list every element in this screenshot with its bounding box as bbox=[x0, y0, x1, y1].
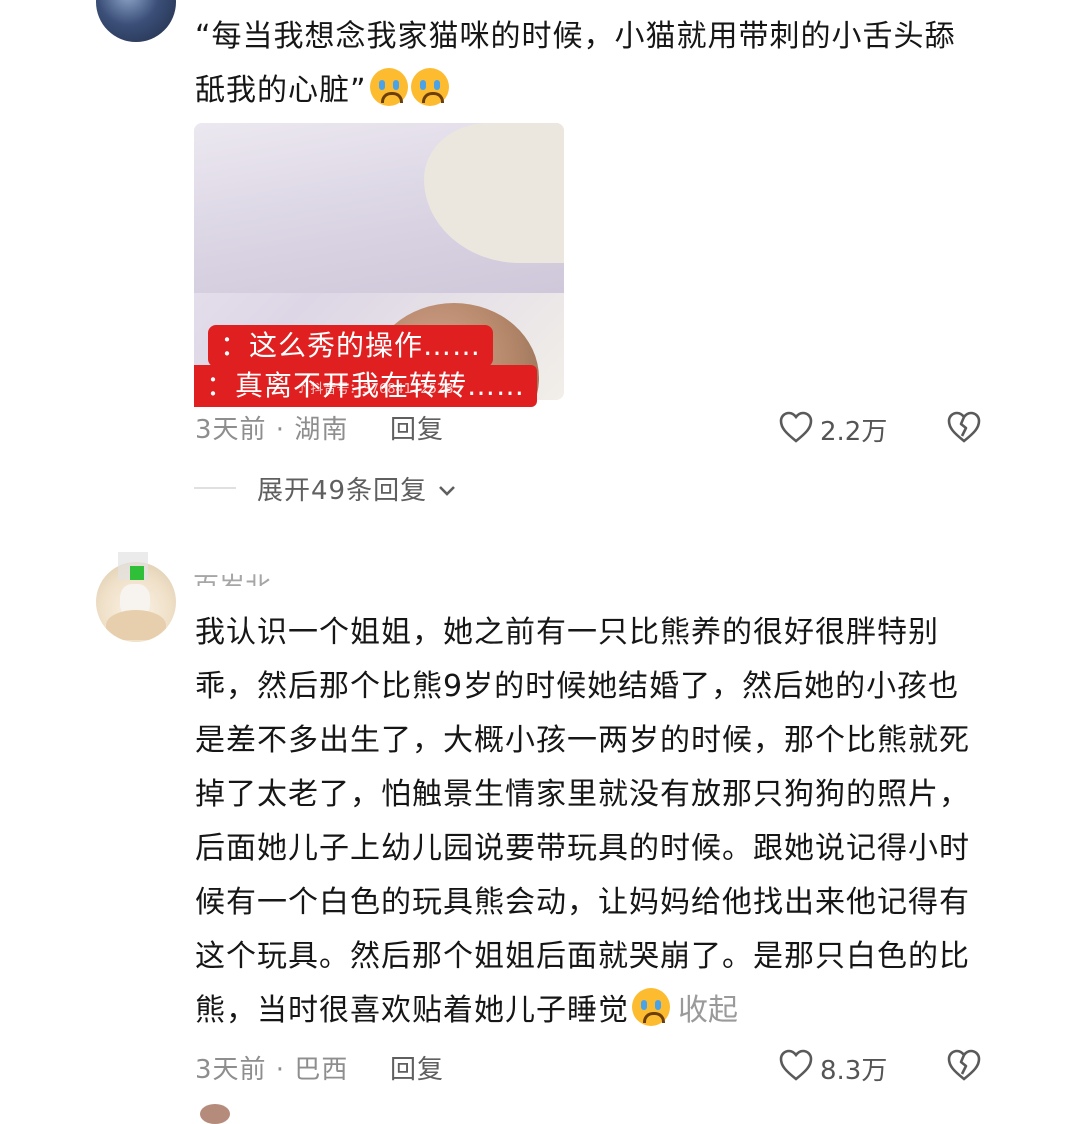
crying-emoji-icon bbox=[632, 988, 670, 1026]
comment-text: “每当我想念我家猫咪的时候，小猫就用带刺的小舌头舔舐我的心脏” bbox=[195, 10, 985, 118]
image-subtitle: ：这么秀的操作…… bbox=[208, 325, 494, 367]
divider bbox=[194, 487, 236, 489]
comment-body: “每当我想念我家猫咪的时候，小猫就用带刺的小舌头舔舐我的心脏” bbox=[195, 19, 956, 108]
broken-heart-icon[interactable] bbox=[946, 410, 982, 444]
like-count: 8.3万 bbox=[820, 1056, 888, 1086]
like-count: 2.2万 bbox=[820, 417, 888, 447]
image-watermark: ♪ 抖音号：37684172528 bbox=[298, 382, 454, 397]
avatar[interactable] bbox=[96, 0, 176, 42]
comment-text: 我认识一个姐姐，她之前有一只比熊养的很好很胖特别乖，然后那个比熊9岁的时候她结婚… bbox=[195, 606, 985, 1038]
chevron-down-icon bbox=[439, 486, 456, 496]
expand-replies-label: 展开49条回复 bbox=[257, 476, 428, 506]
username[interactable]: 百岁北 bbox=[193, 568, 271, 586]
reply-button[interactable]: 回复 bbox=[390, 409, 444, 446]
comment-time-location: 3天前 · 湖南 bbox=[195, 415, 349, 445]
avatar[interactable] bbox=[200, 1104, 230, 1124]
expand-replies-button[interactable]: 展开49条回复 bbox=[257, 470, 456, 507]
collapse-button[interactable]: 收起 bbox=[678, 993, 738, 1028]
reply-button[interactable]: 回复 bbox=[390, 1049, 444, 1086]
crying-emoji-icon bbox=[410, 68, 449, 106]
avatar-figure bbox=[106, 610, 166, 640]
heart-outline-icon[interactable] bbox=[778, 410, 814, 444]
comment-time-location: 3天前 · 巴西 bbox=[195, 1055, 349, 1085]
comment-body: 我认识一个姐姐，她之前有一只比熊养的很好很胖特别乖，然后那个比熊9岁的时候她结婚… bbox=[195, 615, 970, 1028]
status-badge bbox=[130, 566, 144, 580]
heart-outline-icon[interactable] bbox=[778, 1048, 814, 1082]
crying-emoji-icon bbox=[369, 68, 408, 106]
broken-heart-icon[interactable] bbox=[946, 1048, 982, 1082]
